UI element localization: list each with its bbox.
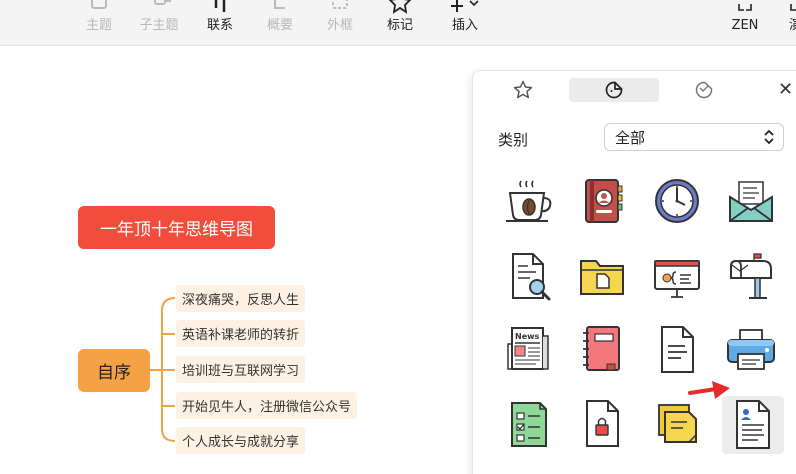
category-value: 全部 bbox=[615, 128, 646, 147]
subtopic-node[interactable]: 开始见牛人，注册微信公众号 bbox=[176, 392, 358, 419]
mailbox-icon[interactable] bbox=[723, 248, 779, 304]
subtopic-label: 子主题 bbox=[139, 18, 179, 33]
summary-button[interactable]: 概要 bbox=[265, 0, 295, 46]
checklist-icon[interactable] bbox=[500, 396, 556, 452]
resume-icon[interactable] bbox=[722, 396, 784, 454]
summary-label: 概要 bbox=[266, 18, 293, 33]
subtopic-node[interactable]: 培训班与互联网学习 bbox=[176, 356, 306, 383]
toolbar: 主题 子主题 联系 概要 外框 标记 插入 ZEN 演 bbox=[0, 0, 796, 46]
marker-button[interactable]: 标记 bbox=[385, 0, 415, 46]
folder-icon[interactable] bbox=[574, 248, 630, 304]
topic-label: 主题 bbox=[85, 18, 112, 33]
relationship-icon bbox=[207, 0, 233, 18]
pitch-label: 演 bbox=[789, 18, 796, 33]
notebook-icon[interactable] bbox=[574, 322, 630, 378]
address-book-icon[interactable] bbox=[574, 173, 630, 229]
category-select[interactable]: 全部 bbox=[604, 123, 784, 151]
topic-button[interactable]: 主题 bbox=[84, 0, 114, 46]
subtopic-icon bbox=[151, 0, 177, 18]
coffee-icon[interactable] bbox=[500, 173, 556, 229]
subtopic-node[interactable]: 英语补课老师的转折 bbox=[176, 320, 306, 347]
subtopic-node[interactable]: 深夜痛哭，反思人生 bbox=[176, 285, 306, 312]
zen-icon bbox=[732, 0, 758, 18]
star-icon bbox=[513, 80, 533, 99]
tab-illustrations[interactable] bbox=[659, 78, 749, 102]
main-topic[interactable]: 自序 bbox=[78, 349, 150, 392]
tab-markers[interactable] bbox=[478, 78, 568, 102]
newspaper-icon[interactable]: News bbox=[500, 322, 556, 378]
boundary-button[interactable]: 外框 bbox=[325, 0, 355, 46]
summary-icon bbox=[267, 0, 293, 18]
news-label: News bbox=[515, 332, 540, 341]
envelope-icon[interactable] bbox=[723, 173, 779, 229]
sticky-notes-icon[interactable] bbox=[649, 396, 705, 452]
tab-stickers[interactable] bbox=[569, 78, 659, 102]
plus-icon bbox=[450, 0, 484, 18]
insert-button[interactable]: 插入 bbox=[450, 0, 480, 46]
app-window: 主题 子主题 联系 概要 外框 标记 插入 ZEN 演 一年顶十年思维导图 自序… bbox=[0, 0, 796, 474]
pointer-arrow-icon bbox=[688, 381, 730, 399]
locked-file-icon[interactable] bbox=[574, 396, 630, 452]
topic-icon bbox=[86, 0, 112, 18]
printer-icon[interactable] bbox=[723, 322, 779, 378]
pitch-icon bbox=[789, 0, 796, 18]
presentation-board-icon[interactable] bbox=[649, 248, 705, 304]
boundary-label: 外框 bbox=[326, 18, 353, 33]
close-icon[interactable]: ✕ bbox=[778, 79, 793, 100]
relationship-label: 联系 bbox=[206, 18, 233, 33]
marker-label: 标记 bbox=[386, 18, 413, 33]
star-icon bbox=[387, 0, 413, 18]
boundary-icon bbox=[327, 0, 353, 18]
category-label: 类别 bbox=[498, 131, 529, 149]
document-icon[interactable] bbox=[649, 322, 705, 378]
chevron-updown-icon bbox=[764, 129, 774, 145]
pitch-button[interactable]: 演 bbox=[789, 0, 796, 46]
subtopic-button[interactable]: 子主题 bbox=[137, 0, 181, 46]
relationship-button[interactable]: 联系 bbox=[205, 0, 235, 46]
zen-button[interactable]: ZEN bbox=[730, 0, 760, 46]
subtopic-node[interactable]: 个人成长与成就分享 bbox=[176, 427, 306, 454]
central-topic[interactable]: 一年顶十年思维导图 bbox=[78, 206, 275, 249]
clock-icon[interactable] bbox=[649, 173, 705, 229]
sticker-icon bbox=[605, 81, 623, 99]
insert-label: 插入 bbox=[451, 18, 478, 33]
zen-label: ZEN bbox=[731, 18, 759, 33]
document-search-icon[interactable] bbox=[500, 248, 556, 304]
illustration-icon bbox=[695, 81, 713, 99]
